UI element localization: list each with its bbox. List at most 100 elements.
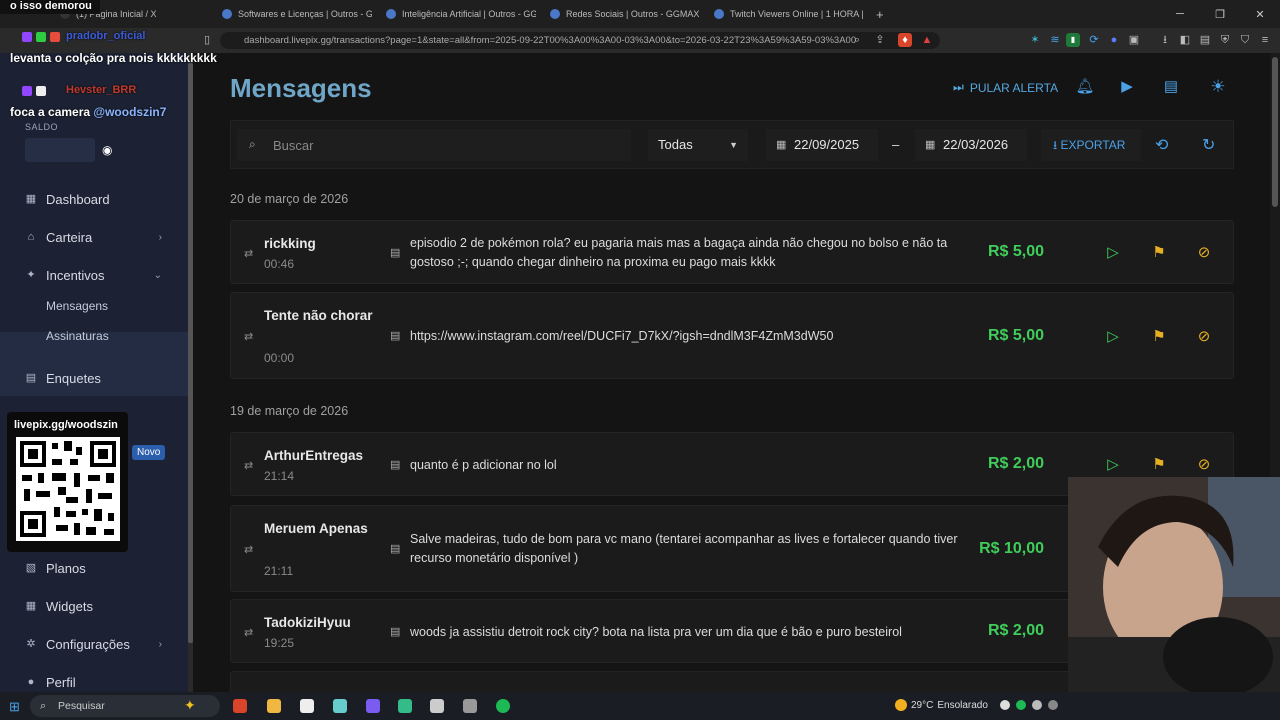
wallet-icon[interactable]: ▤ xyxy=(1198,33,1212,47)
sidebar-item-enquetes[interactable]: ▤ Enquetes xyxy=(0,363,188,393)
eye-icon[interactable]: ◉ xyxy=(102,143,112,157)
refresh-icon[interactable]: ↻ xyxy=(1202,135,1215,155)
sun-icon[interactable]: ☀ xyxy=(1208,77,1228,97)
sidebar-item-planos[interactable]: ▧ Planos xyxy=(0,553,188,583)
donor-name: ArthurEntregas xyxy=(264,448,364,463)
vpn-icon[interactable]: ⛨ xyxy=(1218,33,1232,47)
brave-shield-icon[interactable]: ♦ xyxy=(898,33,912,47)
minimize-icon[interactable]: ─ xyxy=(1160,0,1200,28)
download-icon[interactable]: ⭳ xyxy=(1158,33,1172,47)
app-icon[interactable] xyxy=(300,699,314,713)
flag-icon[interactable]: ⚑ xyxy=(1150,455,1168,473)
flag-icon[interactable]: ⚑ xyxy=(1150,243,1168,261)
spotify-icon[interactable] xyxy=(496,699,510,713)
extension-icon[interactable]: ▣ xyxy=(1127,33,1141,47)
address-bar[interactable]: dashboard.livepix.gg/transactions?page=1… xyxy=(220,32,940,49)
layout-icon[interactable]: ▤ xyxy=(1161,77,1181,97)
new-badge: Novo xyxy=(132,445,166,460)
sidebar-subitem-assinaturas[interactable]: Assinaturas xyxy=(46,329,109,343)
date-to-field[interactable]: ▦ 22/03/2026 xyxy=(915,129,1027,161)
block-icon[interactable]: ⊘ xyxy=(1195,455,1213,473)
play-icon[interactable]: ▷ xyxy=(1104,455,1122,473)
tray-icon[interactable] xyxy=(1048,700,1058,710)
message-time: 00:00 xyxy=(264,351,295,365)
extension-icon[interactable]: ⟳ xyxy=(1087,33,1101,47)
block-icon[interactable]: ⊘ xyxy=(1195,327,1213,345)
file-explorer-icon[interactable] xyxy=(267,699,281,713)
share-icon[interactable]: ⇪ xyxy=(873,33,887,47)
copilot-icon[interactable]: ✦ xyxy=(184,697,196,714)
status-select[interactable]: Todas ▼ xyxy=(648,129,748,161)
chat-mention: @woodszin7 xyxy=(93,105,167,119)
app-icon[interactable] xyxy=(463,699,477,713)
search-input[interactable] xyxy=(273,135,613,155)
tray-icon[interactable] xyxy=(1000,700,1010,710)
webcam-image xyxy=(1068,477,1280,692)
sidebar-toggle-icon[interactable]: ◧ xyxy=(1178,33,1192,47)
date-from-field[interactable]: ▦ 22/09/2025 xyxy=(766,129,878,161)
sidebar-subitem-mensagens[interactable]: Mensagens xyxy=(46,299,108,313)
youtube-icon[interactable]: ▶ xyxy=(1117,77,1137,97)
spotify-tray-icon[interactable] xyxy=(1016,700,1026,710)
sidebar-item-label: Planos xyxy=(46,560,86,576)
bank-icon: ⌂ xyxy=(27,231,35,243)
sun-icon xyxy=(895,699,907,711)
brave-rewards-icon[interactable]: ▲ xyxy=(920,33,934,47)
sidebar: SALDO ◉ ▦ Dashboard ⌂ Carteira › ✦ Incentivo… xyxy=(0,53,188,692)
restore-icon[interactable]: ❐ xyxy=(1200,0,1240,28)
sidebar-item-widgets[interactable]: ▦ Widgets xyxy=(0,591,188,621)
bell-icon[interactable]: 🔔︎ xyxy=(1075,77,1095,97)
sidebar-item-carteira[interactable]: ⌂ Carteira › xyxy=(0,222,188,252)
sidebar-item-dashboard[interactable]: ▦ Dashboard xyxy=(0,184,188,214)
transfer-icon: ⇄ xyxy=(244,331,254,343)
app-icon[interactable] xyxy=(366,699,380,713)
sidebar-item-configuracoes[interactable]: ✲ Configurações › xyxy=(0,629,188,659)
qr-code-graphic xyxy=(20,441,116,537)
badge-icon xyxy=(50,32,60,42)
menu-icon[interactable]: ≡ xyxy=(1258,33,1272,47)
search-icon: ⌕ xyxy=(249,137,256,151)
windows-start-icon[interactable]: ⊞ xyxy=(9,699,20,715)
app-icon[interactable] xyxy=(398,699,412,713)
message-card: ⇄ rickking 00:46 ▤ episodio 2 de pokémon… xyxy=(230,220,1234,284)
message-text: quanto é p adicionar no lol xyxy=(410,458,557,472)
extension-icon[interactable]: ≋ xyxy=(1048,33,1062,47)
browser-tab[interactable]: Twitch Viewers Online | 1 HORA | 24✕ xyxy=(714,4,864,24)
badge-icon xyxy=(36,32,46,42)
play-icon[interactable]: ▷ xyxy=(1104,327,1122,345)
app-icon[interactable] xyxy=(333,699,347,713)
browser-tab[interactable]: Inteligência Artificial | Outros - GGMAX… xyxy=(386,4,536,24)
app-icon[interactable] xyxy=(430,699,444,713)
date-group-header: 20 de março de 2026 xyxy=(230,192,349,206)
new-tab-button[interactable]: + xyxy=(876,4,888,24)
scrollbar-thumb[interactable] xyxy=(1272,57,1278,207)
tray-icon[interactable] xyxy=(1032,700,1042,710)
sidebar-item-label: Incentivos xyxy=(46,267,105,283)
message-time: 21:11 xyxy=(264,564,294,578)
shield-icon[interactable]: ⛉ xyxy=(1238,33,1252,47)
brave-icon[interactable] xyxy=(233,699,247,713)
sidebar-item-label: Dashboard xyxy=(46,191,110,207)
sidebar-item-incentivos[interactable]: ✦ Incentivos ⌄ xyxy=(0,260,188,290)
block-icon[interactable]: ⊘ xyxy=(1195,243,1213,261)
zoom-icon[interactable]: ⌕ xyxy=(850,33,864,47)
play-icon[interactable]: ▷ xyxy=(1104,243,1122,261)
browser-tab[interactable]: Redes Sociais | Outros - GGMAX✕ xyxy=(550,4,700,24)
export-button[interactable]: ⭳ EXPORTAR xyxy=(1041,129,1141,161)
sync-icon[interactable]: ⟲ xyxy=(1155,135,1168,155)
skip-alert-button[interactable]: ⏭ PULAR ALERTA xyxy=(953,80,1058,95)
message-amount: R$ 2,00 xyxy=(987,622,1044,639)
close-window-icon[interactable]: ✕ xyxy=(1240,0,1280,28)
search-box[interactable]: ⌕ xyxy=(237,129,631,161)
extension-icon[interactable]: ✶ xyxy=(1028,33,1042,47)
weather-widget[interactable]: 29°C Ensolarado xyxy=(895,699,988,711)
extension-icon[interactable]: ▮ xyxy=(1066,33,1080,47)
calendar-icon: ▦ xyxy=(776,139,787,151)
ggmax-icon xyxy=(550,9,560,19)
flag-icon[interactable]: ⚑ xyxy=(1150,327,1168,345)
message-icon: ▤ xyxy=(390,543,401,555)
extension-icon[interactable]: ● xyxy=(1107,33,1121,47)
tab-label: Inteligência Artificial | Outros - GGMAX xyxy=(402,9,536,19)
badge-icon xyxy=(36,86,46,96)
message-time: 21:14 xyxy=(264,469,295,483)
